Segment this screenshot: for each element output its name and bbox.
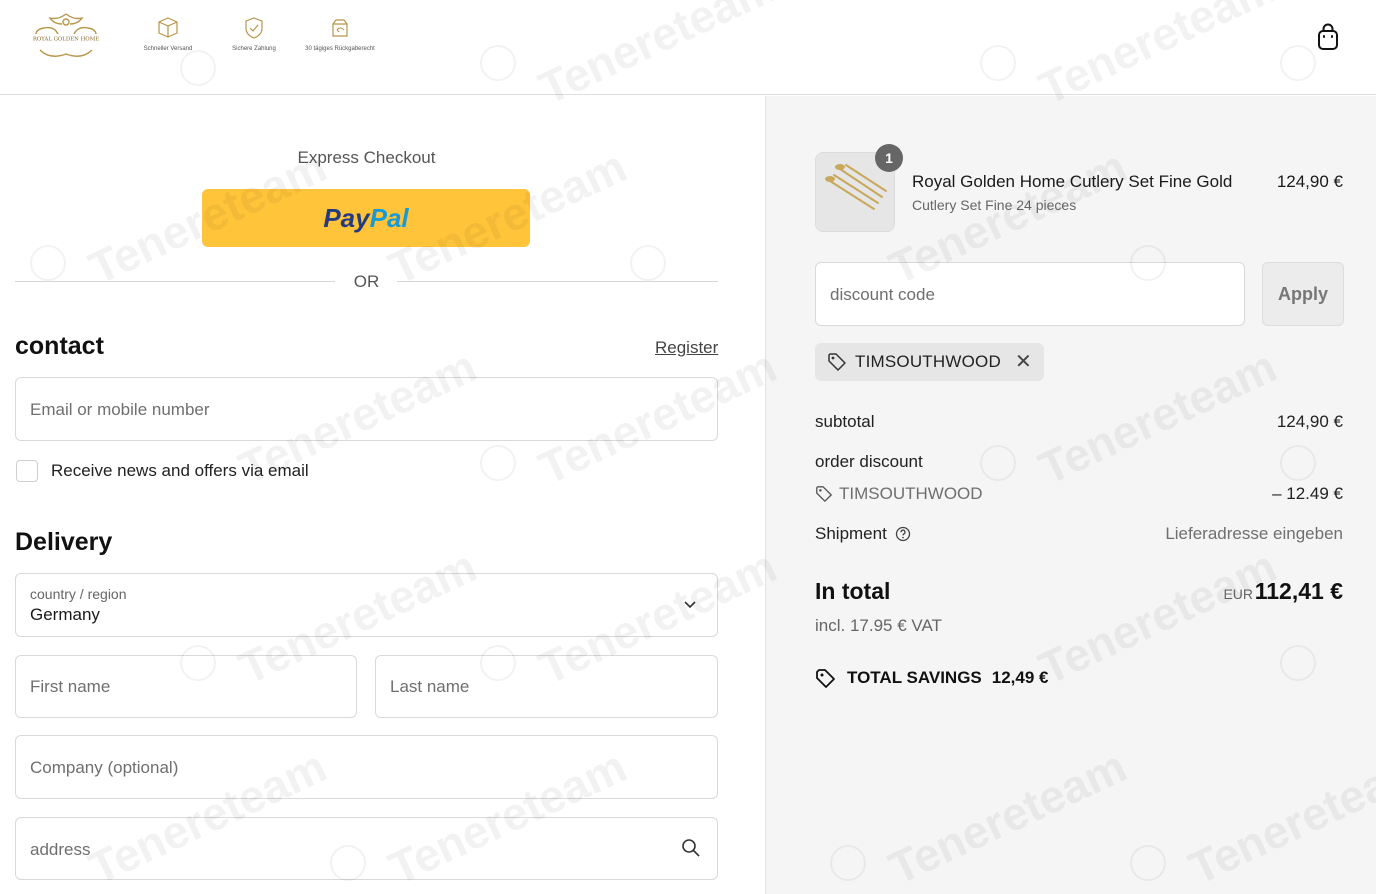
order-discount-code: TIMSOUTHWOOD xyxy=(839,484,983,503)
tag-icon xyxy=(816,486,832,502)
badge-returns: 30 tägiges Rückgaberecht xyxy=(305,16,375,52)
shopping-bag-icon xyxy=(1318,23,1338,50)
shipment-label: Shipment xyxy=(815,524,887,543)
chevron-down-icon xyxy=(684,601,696,609)
last-name-field[interactable]: Last name xyxy=(375,655,718,718)
express-checkout-label: Express Checkout xyxy=(297,148,436,167)
badge-fast-shipping: Schneller Versand xyxy=(138,16,198,52)
tag-icon xyxy=(828,353,846,371)
country-select[interactable]: country / region Germany xyxy=(15,573,718,637)
subtotal-label: subtotal xyxy=(815,412,875,431)
store-logo[interactable]: ROYAL GOLDEN HOME xyxy=(26,10,106,64)
or-divider: OR xyxy=(15,270,718,294)
return-box-icon xyxy=(332,19,348,37)
paypal-logo-pal: Pal xyxy=(369,202,409,233)
delivery-heading: Delivery xyxy=(15,528,113,556)
register-link[interactable]: Register xyxy=(655,338,718,358)
badge-secure-payment: Sichere Zahlung xyxy=(224,16,284,52)
search-icon[interactable] xyxy=(681,838,701,858)
total-label: In total xyxy=(815,578,891,604)
package-icon xyxy=(158,17,178,38)
newsletter-row[interactable]: Receive news and offers via email xyxy=(16,460,309,482)
remove-code-icon[interactable]: ✕ xyxy=(1015,352,1032,372)
shipment-row: Shipment xyxy=(815,524,911,544)
first-name-placeholder: First name xyxy=(30,677,111,696)
last-name-placeholder: Last name xyxy=(390,677,470,696)
checkout-form: Express Checkout Pay Pal OR contact Regis… xyxy=(0,96,765,894)
order-discount-value: – 12.49 € xyxy=(1272,484,1343,503)
paypal-button[interactable]: Pay Pal xyxy=(202,189,530,247)
total-currency: EUR xyxy=(1223,586,1253,602)
shipment-value: Lieferadresse eingeben xyxy=(1165,524,1343,543)
total-savings: TOTAL SAVINGS 12,49 € xyxy=(815,667,1049,689)
country-label: country / region xyxy=(30,586,127,602)
savings-value: 12,49 € xyxy=(991,668,1049,687)
badge-label: 30 tägiges Rückgaberecht xyxy=(305,46,375,52)
site-header: ROYAL GOLDEN HOME Schneller Versand Sich… xyxy=(0,0,1376,95)
tags-icon xyxy=(816,669,835,688)
logo-wordmark: ROYAL GOLDEN HOME xyxy=(33,37,99,43)
badge-label: Sichere Zahlung xyxy=(232,46,276,52)
order-discount-label: order discount xyxy=(815,452,923,471)
newsletter-label[interactable]: Receive news and offers via email xyxy=(51,461,309,481)
paypal-logo-pay: Pay xyxy=(323,202,370,233)
newsletter-checkbox[interactable] xyxy=(16,460,38,482)
discount-code-input[interactable]: discount code xyxy=(815,262,1245,326)
apply-button[interactable]: Apply xyxy=(1262,262,1344,326)
shield-check-icon xyxy=(245,17,263,39)
quantity-badge: 1 xyxy=(875,144,903,172)
badge-label: Schneller Versand xyxy=(143,46,193,52)
or-label: OR xyxy=(353,272,380,291)
vat-note: incl. 17.95 € VAT xyxy=(815,616,942,635)
subtotal-value: 124,90 € xyxy=(1276,412,1343,431)
discount-placeholder: discount code xyxy=(830,285,935,304)
company-placeholder: Company (optional) xyxy=(30,758,179,777)
total-value: 112,41 € xyxy=(1254,578,1343,604)
trust-badges: Schneller Versand Sichere Zahlung 30 täg… xyxy=(138,16,375,52)
country-value: Germany xyxy=(30,605,100,624)
first-name-field[interactable]: First name xyxy=(15,655,357,718)
email-placeholder: Email or mobile number xyxy=(30,400,210,419)
applied-code: TIMSOUTHWOOD xyxy=(855,352,1001,371)
cart-button[interactable] xyxy=(1314,22,1342,52)
address-placeholder: address xyxy=(30,840,91,859)
email-field[interactable]: Email or mobile number xyxy=(15,377,718,441)
help-circle-icon[interactable] xyxy=(895,526,911,542)
company-field[interactable]: Company (optional) xyxy=(15,735,718,799)
product-title: Royal Golden Home Cutlery Set Fine Gold xyxy=(912,172,1233,191)
order-summary: 1 Royal Golden Home Cutlery Set Fine Gol… xyxy=(765,96,1376,894)
contact-heading: contact xyxy=(15,332,104,360)
product-variant: Cutlery Set Fine 24 pieces xyxy=(912,197,1077,213)
order-discount-code-row: TIMSOUTHWOOD xyxy=(815,484,983,504)
address-field[interactable]: address xyxy=(15,817,718,880)
product-price: 124,90 € xyxy=(1276,172,1343,191)
applied-discount-chip: TIMSOUTHWOOD ✕ xyxy=(815,343,1044,381)
savings-label: TOTAL SAVINGS xyxy=(847,668,982,687)
